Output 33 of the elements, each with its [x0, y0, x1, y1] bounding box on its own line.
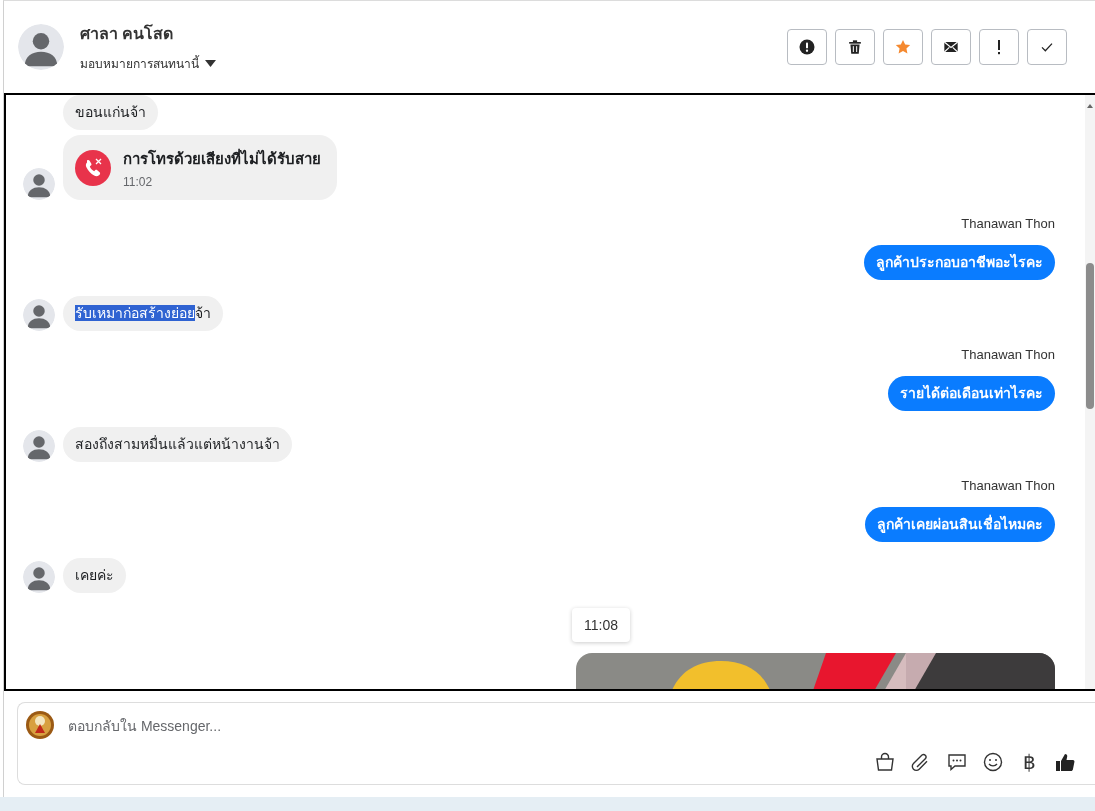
- avatar-icon: [23, 168, 55, 200]
- currency-button[interactable]: ฿: [1017, 750, 1041, 774]
- call-title: การโทรด้วยเสียงที่ไม่ได้รับสาย: [123, 147, 321, 169]
- smiley-icon: [981, 750, 1005, 774]
- sender-name: Thanawan Thon: [961, 347, 1055, 362]
- avatar-icon: [23, 430, 55, 462]
- sender-name: Thanawan Thon: [961, 216, 1055, 231]
- missed-call-icon: [75, 150, 111, 186]
- message-bubble: ลูกค้าเคยผ่อนสินเชื่อไหมคะ: [865, 507, 1055, 542]
- bag-button[interactable]: [873, 750, 897, 774]
- mail-button[interactable]: [931, 29, 971, 65]
- report-button[interactable]: [787, 29, 827, 65]
- delete-button[interactable]: [835, 29, 875, 65]
- call-time: 11:02: [123, 175, 154, 189]
- message-bubble: รับเหมาก่อสร้างย่อยจ้า: [63, 296, 223, 331]
- reply-field[interactable]: ตอบกลับใน Messenger... ฿: [17, 702, 1095, 785]
- time-tooltip: 11:08: [572, 608, 630, 642]
- caret-icon: [205, 60, 216, 67]
- contact-name: ศาลา คนโสด: [80, 23, 175, 44]
- avatar-icon: [23, 561, 55, 593]
- avatar-icon: [18, 24, 64, 70]
- message-bubble: ขอนแก่นจ้า: [63, 95, 158, 130]
- assign-dropdown[interactable]: มอบหมายการสนทนานี้: [80, 54, 216, 73]
- avatar-icon: [23, 299, 55, 331]
- message-bubble: รายได้ต่อเดือนเท่าไรคะ: [888, 376, 1055, 411]
- message-bubble: ลูกค้าประกอบอาชีพอะไรคะ: [864, 245, 1055, 280]
- star-button[interactable]: [883, 29, 923, 65]
- message-bubble: เคยค่ะ: [63, 558, 126, 593]
- message-bubble: สองถึงสามหมื่นแล้วแต่หน้างานจ้า: [63, 427, 292, 462]
- sender-name: Thanawan Thon: [961, 478, 1055, 493]
- emoji-button[interactable]: [981, 750, 1005, 774]
- emblem-icon: [26, 711, 54, 739]
- shopping-bag-icon: [873, 750, 897, 774]
